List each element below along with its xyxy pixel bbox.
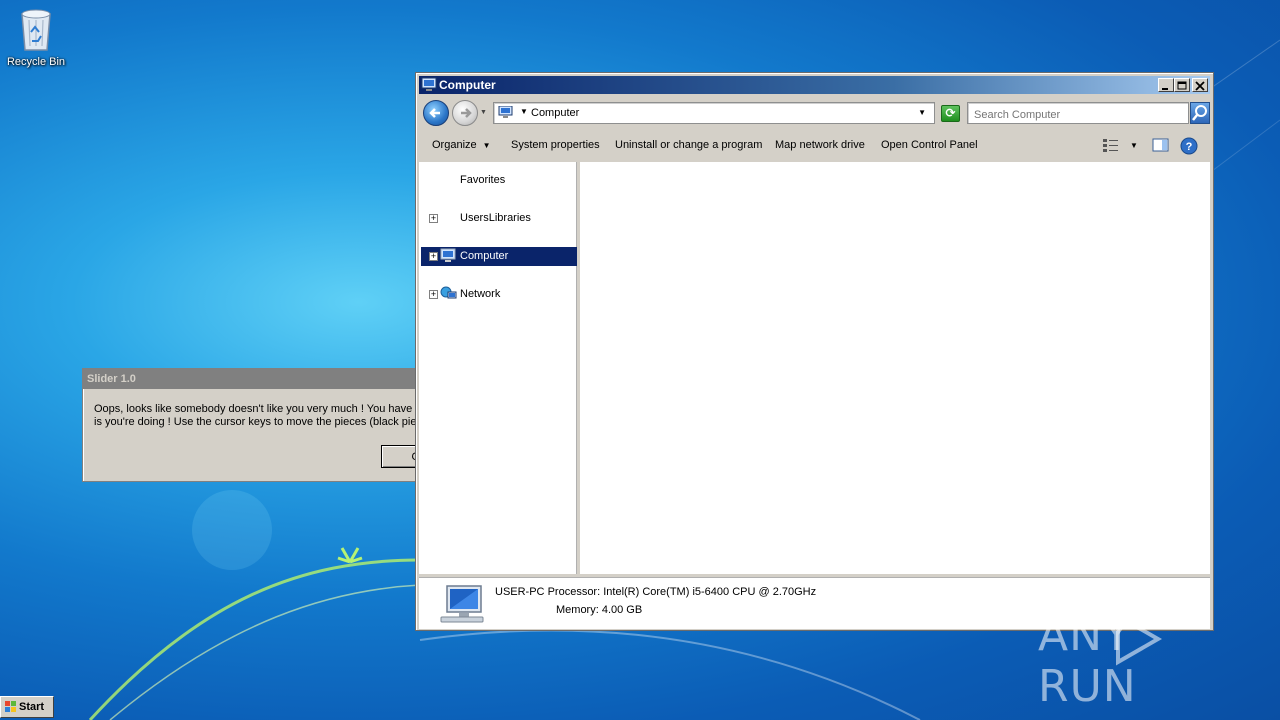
nav-item-computer[interactable]: + Computer <box>421 247 577 266</box>
help-icon[interactable]: ? <box>1180 137 1198 155</box>
search-icon <box>1192 105 1207 121</box>
arrow-left-icon <box>429 108 440 118</box>
expand-icon[interactable]: + <box>429 252 438 261</box>
nav-item-label: Favorites <box>460 174 506 186</box>
organize-menu[interactable]: Organize ▼ <box>432 139 491 151</box>
svg-text:?: ? <box>1186 141 1193 153</box>
memory-value: 4.00 GB <box>601 604 643 616</box>
breadcrumb-computer[interactable]: Computer <box>531 107 579 119</box>
breadcrumb-chevron-icon[interactable]: ▼ <box>520 107 528 116</box>
computer-icon <box>440 248 456 262</box>
maximize-icon <box>1177 81 1187 90</box>
recent-pages-dropdown[interactable]: ▼ <box>480 109 487 116</box>
window-title: Computer <box>439 78 496 92</box>
nav-item-label: Computer <box>460 250 509 262</box>
details-line-2: Memory: 4.00 GB <box>556 604 642 616</box>
computer-name: USER-PC <box>495 586 545 598</box>
computer-icon <box>440 585 484 623</box>
explorer-window: Computer ▼ ▼ Computer ▼ ⟳ Search Compute… <box>415 72 1214 631</box>
computer-icon <box>421 77 437 91</box>
window-controls <box>1158 78 1208 92</box>
command-bar: Organize ▼ System properties Uninstall or… <box>419 131 1210 160</box>
expand-icon[interactable]: + <box>429 290 438 299</box>
minimize-icon <box>1162 88 1168 90</box>
navigation-pane: Favorites + UsersLibraries + Computer + … <box>419 162 577 574</box>
start-button[interactable]: Start <box>0 696 54 718</box>
maximize-button[interactable] <box>1174 78 1190 92</box>
processor-value: Intel(R) Core(TM) i5-6400 CPU @ 2.70GHz <box>603 586 817 598</box>
windows-flag-icon <box>5 701 16 712</box>
system-properties-button[interactable]: System properties <box>511 139 600 151</box>
nav-item-network[interactable]: + Network <box>421 285 577 304</box>
chevron-down-icon: ▼ <box>482 141 491 150</box>
address-bar[interactable]: ▼ Computer ▼ <box>493 102 935 124</box>
recycle-bin-icon <box>21 9 51 51</box>
address-row: ▼ ▼ Computer ▼ ⟳ <box>419 97 1210 129</box>
view-options-dropdown-icon[interactable]: ▼ <box>1130 141 1138 150</box>
uninstall-program-button[interactable]: Uninstall or change a program <box>615 139 762 151</box>
preview-pane-icon[interactable] <box>1152 137 1170 153</box>
change-view-icon[interactable] <box>1102 137 1120 153</box>
open-control-panel-button[interactable]: Open Control Panel <box>881 139 978 151</box>
map-network-drive-button[interactable]: Map network drive <box>775 139 865 151</box>
start-label: Start <box>19 701 45 713</box>
recycle-bin-label: Recycle Bin <box>6 56 66 68</box>
organize-label: Organize <box>432 139 477 151</box>
desktop-icon-recycle-bin[interactable]: Recycle Bin <box>4 6 68 68</box>
close-icon <box>1195 81 1205 91</box>
expand-icon[interactable]: + <box>429 214 438 223</box>
address-dropdown-icon[interactable]: ▼ <box>918 108 926 117</box>
refresh-button[interactable]: ⟳ <box>941 105 960 122</box>
details-line-1: USER-PC Processor: Intel(R) Core(TM) i5-… <box>495 586 816 598</box>
nav-item-label: UsersLibraries <box>460 212 531 224</box>
watermark: ANYRUN <box>1038 610 1280 712</box>
nav-item-favorites[interactable]: Favorites <box>421 171 577 190</box>
play-logo-icon <box>1116 612 1163 666</box>
network-icon <box>440 286 457 299</box>
search-button[interactable] <box>1190 102 1210 124</box>
nav-item-label: Network <box>460 288 501 300</box>
processor-label: Processor: <box>547 586 601 598</box>
back-button[interactable] <box>423 100 449 126</box>
computer-icon <box>498 106 513 118</box>
arrow-right-icon <box>461 108 472 118</box>
minimize-button[interactable] <box>1158 78 1174 92</box>
nav-item-userslibraries[interactable]: + UsersLibraries <box>421 209 577 228</box>
search-input[interactable] <box>967 102 1189 124</box>
refresh-icon: ⟳ <box>945 106 956 120</box>
forward-button[interactable] <box>452 100 478 126</box>
content-area[interactable] <box>580 162 1210 574</box>
memory-label: Memory: <box>556 604 599 616</box>
watermark-right: RUN <box>1038 661 1137 712</box>
close-button[interactable] <box>1192 78 1208 92</box>
explorer-titlebar[interactable]: Computer <box>419 76 1210 94</box>
